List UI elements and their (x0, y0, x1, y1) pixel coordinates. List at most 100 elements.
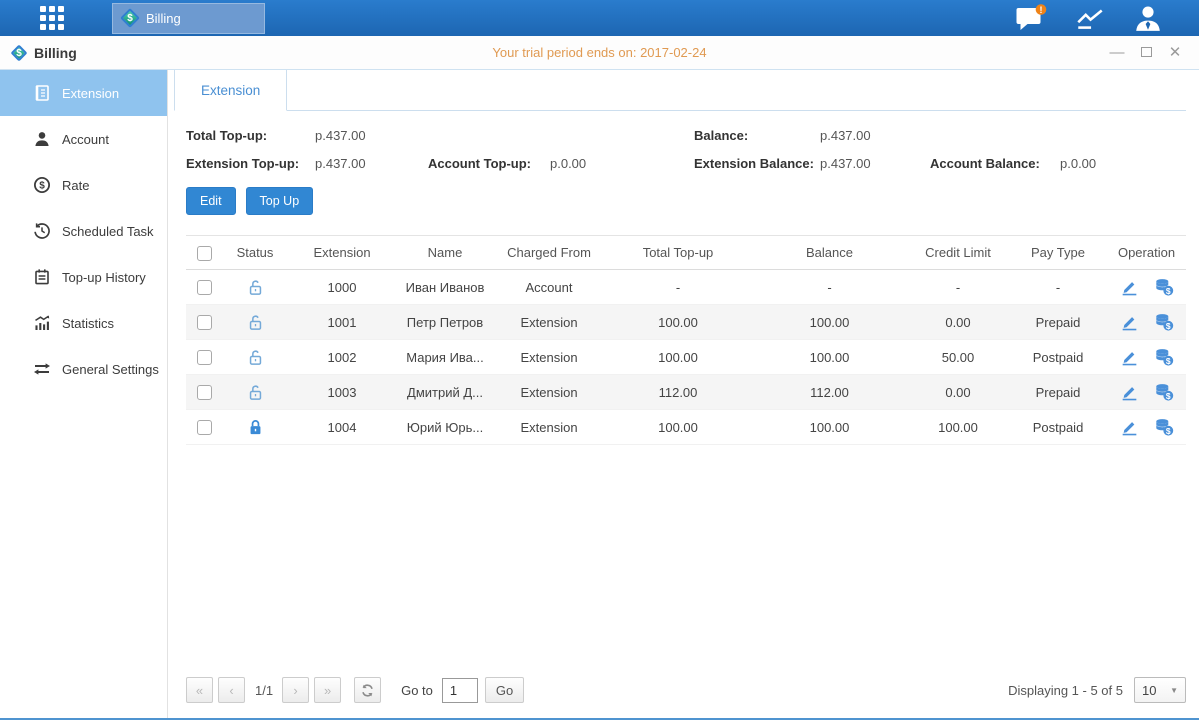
first-page-icon[interactable]: « (186, 677, 213, 703)
window-body: Extension Account $ Rate Scheduled Task Top-u… (0, 70, 1199, 718)
cell-name: Мария Ива... (396, 340, 494, 375)
reports-chart-icon[interactable] (1074, 4, 1106, 32)
sidebar-item-label: Account (62, 132, 109, 147)
edit-button[interactable]: Edit (186, 187, 236, 215)
cell-balance: 112.00 (752, 375, 907, 410)
top-up-coins-icon[interactable]: $ (1154, 417, 1174, 437)
sidebar-item-general-settings[interactable]: General Settings (0, 346, 167, 392)
dollar-circle-icon: $ (33, 176, 51, 194)
sidebar-item-label: Rate (62, 178, 89, 193)
prev-page-icon[interactable]: ‹ (218, 677, 245, 703)
sidebar-item-extension[interactable]: Extension (0, 70, 167, 116)
goto-page-input[interactable] (442, 678, 478, 703)
top-up-button[interactable]: Top Up (246, 187, 314, 215)
next-page-icon[interactable]: › (282, 677, 309, 703)
billing-app-icon: $ (120, 8, 140, 28)
cell-total-topup: 100.00 (604, 305, 752, 340)
extension-balance-label: Extension Balance: (694, 156, 820, 171)
sidebar-item-label: Extension (62, 86, 119, 101)
cell-extension: 1000 (288, 270, 396, 305)
svg-text:$: $ (39, 181, 45, 192)
cell-balance: 100.00 (752, 305, 907, 340)
svg-text:$: $ (1165, 356, 1170, 366)
edit-pencil-icon[interactable] (1120, 278, 1139, 297)
row-checkbox[interactable] (197, 420, 212, 435)
svg-text:$: $ (1165, 426, 1170, 436)
refresh-icon[interactable] (354, 677, 381, 703)
window-title-group: $ Billing (13, 45, 77, 61)
total-topup-label: Total Top-up: (186, 128, 315, 143)
taskbar-tab-billing[interactable]: $ Billing (112, 3, 265, 34)
extensions-table: StatusExtensionNameCharged FromTotal Top… (186, 235, 1186, 445)
cell-charged-from: Extension (494, 305, 604, 340)
table-row: 1004Юрий Юрь...Extension100.00100.00100.… (186, 410, 1186, 445)
column-header-extension: Extension (288, 236, 396, 270)
sidebar-item-label: Scheduled Task (62, 224, 154, 239)
unlocked-icon[interactable] (246, 313, 265, 332)
cell-name: Иван Иванов (396, 270, 494, 305)
sidebar-item-scheduled-task[interactable]: Scheduled Task (0, 208, 167, 254)
table-row: 1003Дмитрий Д...Extension112.00112.000.0… (186, 375, 1186, 410)
top-up-coins-icon[interactable]: $ (1154, 347, 1174, 367)
select-all-checkbox[interactable] (197, 246, 212, 261)
billing-window: $ Billing ! (0, 0, 1199, 720)
page-size-select[interactable]: 10 ▼ (1134, 677, 1186, 703)
edit-pencil-icon[interactable] (1120, 418, 1139, 437)
account-topup-label: Account Top-up: (428, 156, 550, 171)
edit-pencil-icon[interactable] (1120, 348, 1139, 367)
cell-pay-type: Prepaid (1009, 375, 1107, 410)
cell-extension: 1002 (288, 340, 396, 375)
taskbar-tab-label: Billing (146, 11, 181, 26)
notifications-icon[interactable]: ! (1014, 4, 1047, 32)
cell-charged-from: Extension (494, 410, 604, 445)
top-up-coins-icon[interactable]: $ (1154, 382, 1174, 402)
row-checkbox[interactable] (197, 280, 212, 295)
total-topup-value: p.437.00 (315, 128, 428, 143)
displaying-text: Displaying 1 - 5 of 5 (1008, 683, 1123, 698)
account-balance-value: p.0.00 (1060, 156, 1186, 171)
row-checkbox[interactable] (197, 315, 212, 330)
sidebar-item-label: Statistics (62, 316, 114, 331)
statistics-icon (33, 314, 51, 332)
extension-topup-label: Extension Top-up: (186, 156, 315, 171)
notepad-icon (33, 268, 51, 286)
locked-icon[interactable] (246, 418, 265, 437)
person-icon (33, 130, 51, 148)
last-page-icon[interactable]: » (314, 677, 341, 703)
balance-summary: Total Top-up: p.437.00 Balance: p.437.00… (186, 128, 1186, 171)
operation-icons: $ (1107, 312, 1186, 332)
table-header-row: StatusExtensionNameCharged FromTotal Top… (186, 236, 1186, 270)
unlocked-icon[interactable] (246, 348, 265, 367)
grid-dots (40, 6, 64, 30)
close-icon[interactable]: ✕ (1167, 45, 1183, 60)
edit-pencil-icon[interactable] (1120, 383, 1139, 402)
user-account-icon[interactable] (1133, 4, 1163, 32)
tab-extension[interactable]: Extension (174, 70, 287, 111)
row-checkbox[interactable] (197, 385, 212, 400)
cell-charged-from: Extension (494, 340, 604, 375)
apps-grid-icon[interactable] (33, 0, 71, 36)
window-title: Billing (34, 45, 77, 61)
minimize-icon[interactable]: — (1109, 45, 1125, 60)
sidebar-item-label: Top-up History (62, 270, 146, 285)
top-up-coins-icon[interactable]: $ (1154, 312, 1174, 332)
sidebar-item-statistics[interactable]: Statistics (0, 300, 167, 346)
cell-charged-from: Extension (494, 375, 604, 410)
sidebar-item-rate[interactable]: $ Rate (0, 162, 167, 208)
top-up-coins-icon[interactable]: $ (1154, 277, 1174, 297)
unlocked-icon[interactable] (246, 278, 265, 297)
transfer-arrows-icon (33, 360, 51, 378)
ledger-icon (33, 84, 51, 102)
sidebar-item-account[interactable]: Account (0, 116, 167, 162)
go-button[interactable]: Go (485, 677, 524, 703)
tab-strip: Extension (174, 70, 1186, 111)
operation-icons: $ (1107, 417, 1186, 437)
row-checkbox[interactable] (197, 350, 212, 365)
extension-balance-value: p.437.00 (820, 156, 930, 171)
edit-pencil-icon[interactable] (1120, 313, 1139, 332)
sidebar-item-label: General Settings (62, 362, 159, 377)
sidebar-item-top-up-history[interactable]: Top-up History (0, 254, 167, 300)
unlocked-icon[interactable] (246, 383, 265, 402)
column-header-operation: Operation (1107, 236, 1186, 270)
maximize-icon[interactable] (1138, 45, 1154, 60)
